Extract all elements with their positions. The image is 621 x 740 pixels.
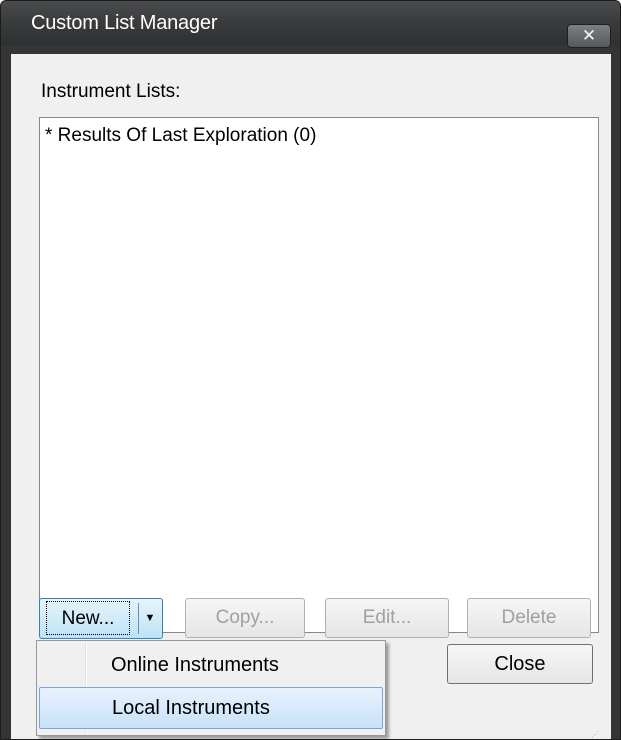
new-dropdown-menu: Online Instruments Local Instruments xyxy=(36,640,386,736)
instrument-lists-label: Instrument Lists: xyxy=(41,81,181,102)
title-bar[interactable]: Custom List Manager ✕ xyxy=(1,1,620,48)
menu-item-local-instruments[interactable]: Local Instruments xyxy=(39,687,383,729)
menu-item-label: Online Instruments xyxy=(111,654,279,676)
split-divider xyxy=(138,603,139,634)
menu-item-online-instruments[interactable]: Online Instruments xyxy=(39,645,383,687)
resize-grip-icon[interactable]: ⋰ xyxy=(591,731,603,739)
new-split-button[interactable]: New... ▼ xyxy=(39,598,163,639)
window-title: Custom List Manager xyxy=(31,12,218,34)
dialog-body: Instrument Lists: * Results Of Last Expl… xyxy=(11,54,611,739)
edit-button[interactable]: Edit... xyxy=(325,598,449,638)
new-button-label[interactable]: New... xyxy=(46,601,130,635)
close-icon[interactable]: ✕ xyxy=(567,24,611,48)
custom-list-manager-window: Custom List Manager ✕ Instrument Lists: … xyxy=(0,0,621,740)
chevron-down-icon[interactable]: ▼ xyxy=(142,601,158,635)
instrument-lists-listbox[interactable]: * Results Of Last Exploration (0) xyxy=(39,117,599,633)
close-button[interactable]: Close xyxy=(447,644,593,684)
delete-button[interactable]: Delete xyxy=(467,598,591,638)
list-item[interactable]: * Results Of Last Exploration (0) xyxy=(45,125,316,147)
copy-button[interactable]: Copy... xyxy=(185,598,305,638)
menu-item-label: Local Instruments xyxy=(112,697,270,719)
